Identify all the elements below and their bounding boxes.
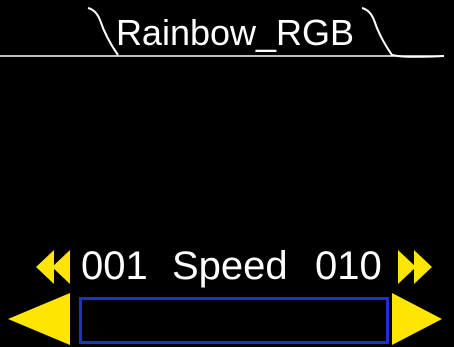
left-triangle-icon[interactable] bbox=[8, 293, 70, 345]
speed-max-value: 010 bbox=[315, 244, 382, 288]
page-title: Rainbow_RGB bbox=[115, 12, 355, 53]
speed-label: Speed bbox=[172, 244, 288, 288]
double-right-arrow-icon[interactable] bbox=[396, 250, 432, 284]
speed-control-row: 001 Speed 010 bbox=[0, 240, 454, 292]
right-triangle-icon[interactable] bbox=[392, 293, 442, 345]
device-screen: Rainbow_RGB 001 Speed 010 bbox=[0, 0, 454, 347]
speed-min-value: 001 bbox=[81, 244, 148, 288]
speed-slider-row bbox=[0, 293, 454, 345]
speed-slider-track[interactable] bbox=[79, 297, 389, 344]
double-left-arrow-icon[interactable] bbox=[36, 250, 72, 284]
